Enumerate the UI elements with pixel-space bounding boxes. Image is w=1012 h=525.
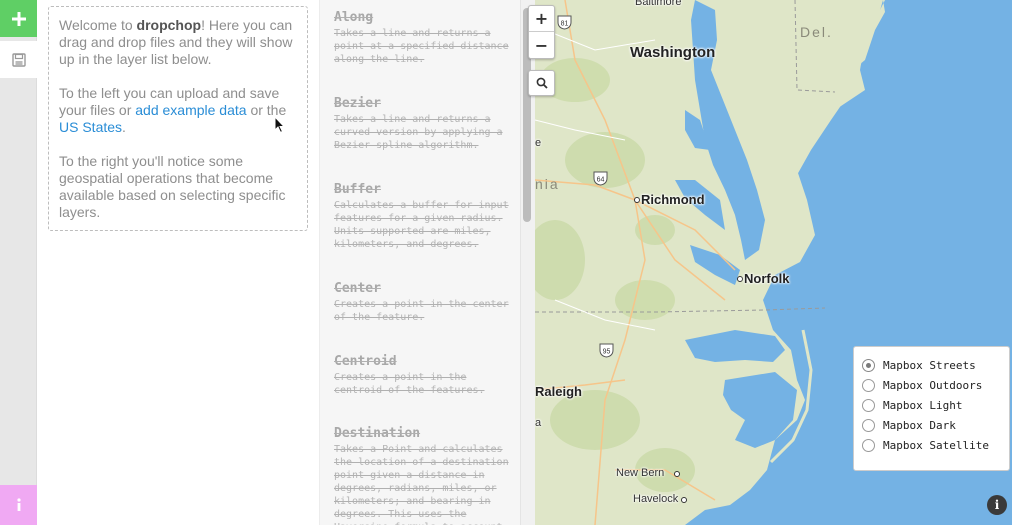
us-states-link[interactable]: US States xyxy=(59,119,122,135)
city-marker xyxy=(681,497,687,503)
zoom-out-button[interactable]: − xyxy=(529,32,554,58)
interstate-shield-icon: 64 xyxy=(593,171,608,186)
layer-panel: Welcome to dropchop! Here you can drag a… xyxy=(37,0,319,525)
operation-buffer[interactable]: Buffer Calculates a buffer for input fea… xyxy=(334,182,512,251)
map-label-norfolk: Norfolk xyxy=(744,271,790,286)
add-example-data-link[interactable]: add example data xyxy=(135,102,246,118)
map-label-baltimore: Baltimore xyxy=(635,0,682,8)
svg-text:81: 81 xyxy=(561,21,569,28)
save-icon xyxy=(11,52,26,67)
map-label-virginia: nia xyxy=(535,176,560,192)
basemap-label: Mapbox Streets xyxy=(883,358,976,372)
radio-button[interactable] xyxy=(862,358,875,372)
upload-button[interactable] xyxy=(0,0,37,37)
operations-panel: Along Takes a line and returns a point a… xyxy=(319,0,520,525)
info-circle-icon: i xyxy=(994,498,1000,512)
info-button[interactable] xyxy=(0,485,37,525)
welcome-paragraph-1: Welcome to dropchop! Here you can drag a… xyxy=(59,17,293,67)
operation-along[interactable]: Along Takes a line and returns a point a… xyxy=(334,10,512,66)
map-label-raleigh: Raleigh xyxy=(535,384,582,399)
attribution-button[interactable]: i xyxy=(987,495,1007,515)
operation-name: Destination xyxy=(334,426,421,441)
interstate-shield-icon: 95 xyxy=(599,343,614,358)
operation-centroid[interactable]: Centroid Creates a point in the centroid… xyxy=(334,354,512,397)
radio-button[interactable] xyxy=(862,418,875,432)
svg-text:95: 95 xyxy=(603,349,611,356)
city-marker xyxy=(737,276,743,282)
map-label-richmond: Richmond xyxy=(641,192,705,207)
basemap-option-dark[interactable]: Mapbox Dark xyxy=(862,415,1001,435)
zoom-in-button[interactable]: + xyxy=(529,6,554,32)
operation-description: Creates a point in the centroid of the f… xyxy=(334,372,485,396)
geocoder-search-button[interactable] xyxy=(528,70,555,96)
operation-name: Buffer xyxy=(334,182,381,197)
interstate-shield-icon: 81 xyxy=(557,15,572,30)
basemap-label: Mapbox Outdoors xyxy=(883,378,983,392)
operation-description: Takes a line and returns a curved versio… xyxy=(334,114,503,151)
info-icon xyxy=(16,498,21,511)
operation-name: Centroid xyxy=(334,354,397,369)
operation-bezier[interactable]: Bezier Takes a line and returns a curved… xyxy=(334,96,512,152)
search-icon xyxy=(536,77,548,89)
operation-description: Takes a line and returns a point at a sp… xyxy=(334,28,509,65)
map-label-fragment: e xyxy=(535,137,542,149)
welcome-dropzone[interactable]: Welcome to dropchop! Here you can drag a… xyxy=(48,6,308,231)
operation-center[interactable]: Center Creates a point in the center of … xyxy=(334,281,512,324)
operation-name: Center xyxy=(334,281,381,296)
map-label-fragment: a xyxy=(535,417,542,429)
svg-text:64: 64 xyxy=(597,177,605,184)
operation-description: Takes a Point and calculates the locatio… xyxy=(334,444,509,525)
plus-icon xyxy=(11,11,26,26)
operation-name: Along xyxy=(334,10,374,25)
sidebar-rail xyxy=(0,0,37,525)
welcome-paragraph-2: To the left you can upload and save your… xyxy=(59,85,287,135)
basemap-switcher: Mapbox Streets Mapbox Outdoors Mapbox Li… xyxy=(853,346,1010,471)
operation-description: Creates a point in the center of the fea… xyxy=(334,299,509,323)
mouse-cursor-icon xyxy=(274,116,286,134)
map-label-havelock: Havelock xyxy=(633,493,679,505)
brand-name: dropchop xyxy=(136,17,202,33)
basemap-option-streets[interactable]: Mapbox Streets xyxy=(862,355,1001,375)
radio-button[interactable] xyxy=(862,378,875,392)
basemap-label: Mapbox Satellite xyxy=(883,438,989,452)
operation-description: Calculates a buffer for input features f… xyxy=(334,200,509,250)
basemap-label: Mapbox Light xyxy=(883,398,963,412)
zoom-control: + − xyxy=(528,5,555,59)
operation-destination[interactable]: Destination Takes a Point and calculates… xyxy=(334,426,512,525)
save-button[interactable] xyxy=(0,41,37,78)
basemap-option-satellite[interactable]: Mapbox Satellite xyxy=(862,435,1001,455)
basemap-option-light[interactable]: Mapbox Light xyxy=(862,395,1001,415)
city-marker xyxy=(674,471,680,477)
map-label-new-bern: New Bern xyxy=(616,467,665,479)
city-marker xyxy=(634,197,640,203)
operation-name: Bezier xyxy=(334,96,381,111)
map-label-delaware: Del. xyxy=(800,24,833,40)
radio-button[interactable] xyxy=(862,398,875,412)
welcome-paragraph-3: To the right you'll notice some geospati… xyxy=(59,153,286,220)
radio-button[interactable] xyxy=(862,438,875,452)
basemap-label: Mapbox Dark xyxy=(883,418,956,432)
basemap-option-outdoors[interactable]: Mapbox Outdoors xyxy=(862,375,1001,395)
map-label-washington: Washington xyxy=(630,44,716,61)
